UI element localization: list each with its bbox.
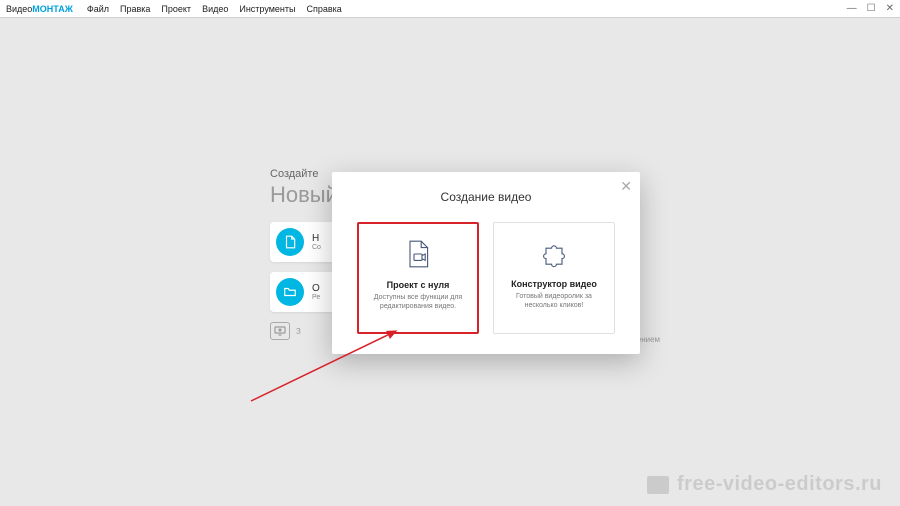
card2-title: Конструктор видео [511, 279, 597, 289]
modal-cards: Проект с нуля Доступны все функции для р… [332, 222, 640, 334]
start-btn1-text: Н Со [312, 233, 321, 252]
document-icon [276, 228, 304, 256]
card1-title: Проект с нуля [387, 280, 450, 290]
start-btn2-sub: Ре [312, 294, 320, 302]
screen-icon [270, 322, 290, 340]
start-btn2-text: О Ре [312, 283, 320, 302]
menu-tools[interactable]: Инструменты [239, 4, 295, 14]
card2-desc: Готовый видеоролик за несколько кликов! [494, 292, 614, 310]
file-video-icon [402, 238, 434, 270]
watermark-text: free-video-editors.ru [677, 473, 882, 496]
start-btn2-letter: О [312, 283, 320, 294]
card-video-constructor[interactable]: Конструктор видео Готовый видеоролик за … [493, 222, 615, 334]
menu-file[interactable]: Файл [87, 4, 109, 14]
puzzle-icon [538, 237, 570, 269]
brand-b: МОНТАЖ [32, 4, 73, 14]
menu-items: Файл Правка Проект Видео Инструменты Спр… [87, 4, 342, 14]
watermark-icon [647, 476, 669, 494]
menu-help[interactable]: Справка [306, 4, 341, 14]
folder-icon [276, 278, 304, 306]
minimize-button[interactable]: — [847, 3, 857, 14]
menu-bar: ВидеоМОНТАЖ Файл Правка Проект Видео Инс… [0, 0, 900, 18]
close-button[interactable]: ✕ [886, 3, 894, 14]
menu-project[interactable]: Проект [161, 4, 191, 14]
menu-video[interactable]: Видео [202, 4, 228, 14]
card-project-from-scratch[interactable]: Проект с нуля Доступны все функции для р… [357, 222, 479, 334]
app-brand: ВидеоМОНТАЖ [6, 4, 73, 14]
menu-edit[interactable]: Правка [120, 4, 150, 14]
start-btn1-letter: Н [312, 233, 321, 244]
window-controls: — ☐ ✕ [847, 3, 894, 14]
modal-close-button[interactable]: ✕ [620, 178, 632, 195]
brand-a: Видео [6, 4, 32, 14]
maximize-button[interactable]: ☐ [867, 3, 876, 14]
watermark: free-video-editors.ru [647, 473, 882, 496]
card1-desc: Доступны все функции для редактирования … [359, 293, 477, 311]
start-mini-text: З [296, 327, 301, 336]
start-btn1-sub: Со [312, 244, 321, 252]
modal-title: Создание видео [332, 172, 640, 204]
create-video-modal: ✕ Создание видео Проект с нуля Доступны … [332, 172, 640, 354]
